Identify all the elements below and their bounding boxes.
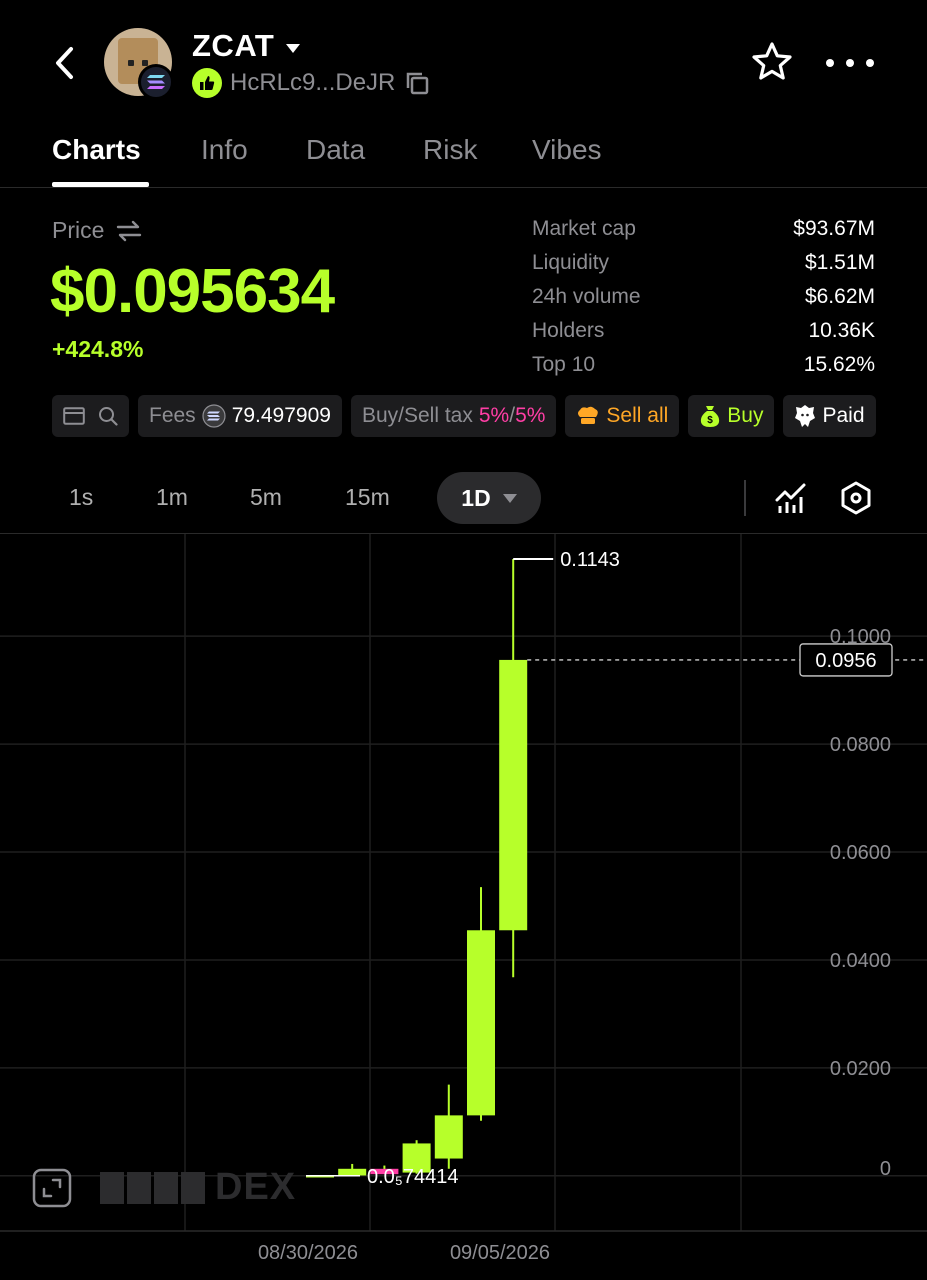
stat-label: Top 10 (532, 353, 596, 376)
okx-logo (100, 1171, 205, 1204)
stat-holders: Holders 10.36K (532, 314, 875, 348)
swap-arrows-icon (117, 220, 142, 241)
watermark-text: DEX (215, 1166, 297, 1208)
lion-icon (795, 405, 816, 427)
copy-icon[interactable] (403, 69, 431, 97)
chef-hat-icon (578, 406, 599, 424)
stat-market-cap: Market cap $93.67M (532, 212, 875, 246)
paid-label: Paid (822, 404, 865, 427)
tab-risk[interactable]: Risk (423, 134, 477, 166)
dot-icon (826, 59, 834, 67)
tab-data[interactable]: Data (306, 134, 365, 166)
x-axis-tick-label: 09/05/2026 (450, 1242, 550, 1264)
stat-value: $1.51M (804, 251, 875, 274)
low-price-label: 0.0₅74414 (367, 1166, 458, 1188)
sell-all-label: Sell all (606, 404, 669, 427)
interval-1s[interactable]: 1s (69, 484, 93, 511)
solana-chain-icon (138, 64, 174, 100)
indicators-button[interactable] (774, 481, 808, 515)
avatar-eye (128, 60, 134, 66)
dot-icon (866, 59, 874, 67)
chart-indicator-icon (775, 483, 806, 513)
tab-vibes[interactable]: Vibes (532, 134, 602, 166)
interval-5m[interactable]: 5m (250, 484, 282, 511)
candle-body (499, 659, 528, 931)
solana-icon (202, 404, 226, 428)
high-price-label: 0.1143 (560, 549, 620, 571)
tax-chip[interactable]: Buy/Sell tax 5%/5% (350, 395, 557, 437)
back-button[interactable] (44, 40, 84, 86)
stat-24h-volume: 24h volume $6.62M (532, 280, 875, 314)
interval-1m[interactable]: 1m (156, 484, 188, 511)
stat-liquidity: Liquidity $1.51M (532, 246, 875, 280)
current-price-label: 0.0956 (815, 650, 876, 672)
price-change: +424.8% (52, 336, 144, 362)
star-icon (752, 42, 792, 80)
money-bag-icon: $ (701, 406, 720, 427)
token-address: HcRLc9...DeJR (230, 69, 396, 96)
browser-icon (63, 407, 85, 425)
search-icon (99, 407, 118, 426)
chevron-left-icon (56, 47, 73, 79)
buy-label: Buy (727, 404, 764, 427)
active-tab-indicator (52, 182, 149, 187)
svg-text:$: $ (708, 415, 714, 426)
caret-down-icon (502, 493, 517, 503)
toolbar-divider (744, 480, 746, 516)
sell-tax: 5% (515, 404, 546, 427)
token-header: ZCAT HcRLc9...DeJR (0, 0, 927, 125)
price-label: Price (52, 217, 105, 243)
price-label-row[interactable]: Price (52, 217, 142, 244)
y-axis-tick-label: 0.0400 (830, 950, 891, 972)
paid-chip[interactable]: Paid (783, 395, 876, 437)
favorite-button[interactable] (750, 40, 794, 84)
sell-all-chip[interactable]: Sell all (565, 395, 680, 437)
x-axis-tick-label: 08/30/2026 (258, 1242, 358, 1264)
token-name: ZCAT (192, 28, 275, 63)
fees-label: Fees (149, 404, 196, 427)
interval-15m[interactable]: 15m (345, 484, 390, 511)
fees-chip[interactable]: Fees 79.497909 (138, 395, 342, 437)
section-tabs: Charts Info Data Risk Vibes (0, 130, 927, 188)
y-axis-tick-label: 0.0800 (830, 734, 891, 756)
fees-value: 79.497909 (231, 404, 331, 427)
stat-label: Holders (532, 319, 605, 342)
y-axis-tick-label: 0.0600 (830, 842, 891, 864)
caret-down-icon (286, 43, 301, 53)
stat-label: Market cap (532, 217, 636, 240)
browser-search-chip[interactable] (52, 395, 129, 437)
y-axis-tick-label: 0.0200 (830, 1058, 891, 1080)
buy-tax: 5% (478, 404, 510, 427)
stat-value: 10.36K (808, 319, 875, 342)
token-stats: Market cap $93.67M Liquidity $1.51M 24h vo… (532, 212, 875, 382)
price-value: $0.095634 (50, 257, 335, 326)
dot-icon (846, 59, 854, 67)
chart-settings-button[interactable] (838, 480, 874, 516)
okx-dex-watermark: DEX (100, 1166, 296, 1209)
buy-chip[interactable]: $ Buy (688, 395, 775, 437)
interval-1d-dropdown[interactable]: 1D (437, 472, 541, 524)
action-chips: Fees 79.497909 Buy/Sell tax 5%/5% Sell a… (52, 395, 876, 437)
stat-value: 15.62% (803, 353, 875, 376)
active-interval-label: 1D (461, 484, 491, 511)
address-row: HcRLc9...DeJR (192, 68, 431, 98)
fullscreen-button[interactable] (32, 1168, 72, 1208)
stat-value: $6.62M (804, 285, 875, 308)
tab-info[interactable]: Info (201, 134, 248, 166)
stat-value: $93.67M (793, 217, 875, 240)
more-options-button[interactable] (826, 48, 874, 78)
stat-label: Liquidity (532, 251, 610, 274)
candle-body (467, 930, 495, 1116)
thumbs-up-icon (192, 68, 222, 98)
tax-label: Buy/Sell tax (361, 404, 473, 427)
tab-charts[interactable]: Charts (52, 134, 141, 166)
settings-hexagon-icon (841, 481, 871, 515)
expand-icon (32, 1168, 72, 1208)
candle-body (434, 1115, 463, 1159)
token-name-selector[interactable]: ZCAT (192, 28, 301, 64)
stat-label: 24h volume (532, 285, 641, 308)
candle-body (338, 1168, 367, 1176)
stat-top-10: Top 10 15.62% (532, 348, 875, 382)
